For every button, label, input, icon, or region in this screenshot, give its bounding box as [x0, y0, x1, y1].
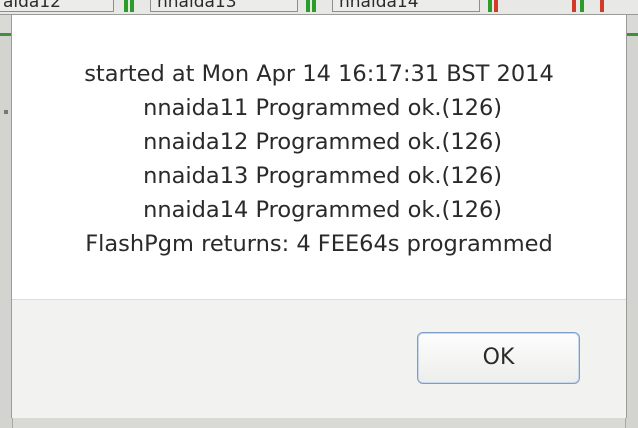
background-tab-label: aida12: [3, 0, 61, 12]
message-line: nnaida14 Programmed ok.(126): [135, 197, 503, 223]
status-led-icon: [124, 0, 128, 12]
background-tab-strip: aida12 nnaida13 nnaida14: [0, 0, 638, 15]
background-tab[interactable]: nnaida14: [332, 0, 480, 12]
message-dialog: started at Mon Apr 14 16:17:31 BST 2014 …: [11, 14, 627, 418]
status-led-icon: [312, 0, 316, 12]
message-line: FlashPgm returns: 4 FEE64s programmed: [85, 231, 553, 257]
status-led-icon: [580, 0, 584, 12]
background-tab[interactable]: nnaida13: [150, 0, 298, 12]
ok-button[interactable]: OK: [417, 332, 580, 384]
status-led-icon: [306, 0, 310, 12]
status-led-icon: [600, 0, 604, 12]
background-tab-label: nnaida14: [339, 0, 419, 12]
dialog-message: started at Mon Apr 14 16:17:31 BST 2014 …: [12, 57, 626, 261]
status-led-icon: [130, 0, 134, 12]
dialog-body: started at Mon Apr 14 16:17:31 BST 2014 …: [12, 15, 626, 299]
status-led-icon: [494, 0, 498, 12]
message-line: started at Mon Apr 14 16:17:31 BST 2014: [84, 61, 554, 87]
message-line: nnaida13 Programmed ok.(126): [135, 163, 503, 189]
status-led-icon: [488, 0, 492, 12]
message-line: nnaida12 Programmed ok.(126): [135, 129, 503, 155]
background-tab-label: nnaida13: [157, 0, 237, 12]
status-led-icon: [572, 0, 576, 12]
background-tab[interactable]: aida12: [0, 0, 114, 12]
dialog-button-bar: OK: [12, 299, 626, 418]
background-marker: [4, 110, 8, 114]
message-line: nnaida11 Programmed ok.(126): [135, 95, 503, 121]
